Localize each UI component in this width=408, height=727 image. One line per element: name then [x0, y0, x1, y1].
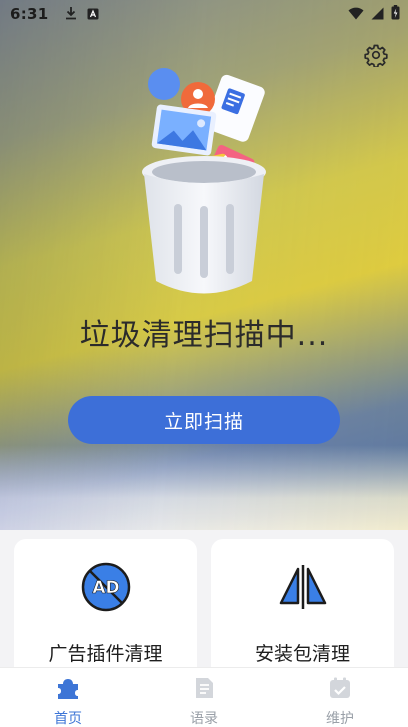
trash-can-with-files-illustration — [138, 66, 270, 301]
scan-now-button[interactable]: 立即扫描 — [68, 396, 340, 444]
tab-quotes[interactable]: 语录 — [136, 668, 272, 727]
home-puzzle-icon — [55, 676, 81, 704]
svg-text:AD: AD — [92, 578, 119, 598]
download-icon — [65, 5, 77, 24]
tab-maintenance[interactable]: 维护 — [272, 668, 408, 727]
wifi-icon — [348, 5, 364, 24]
bottom-tab-bar: 首页 语录 维护 — [0, 667, 408, 727]
battery-icon — [391, 4, 400, 24]
card-label: 安装包清理 — [254, 643, 350, 665]
tab-label: 首页 — [54, 711, 82, 727]
page-title: 垃圾清理扫描中... — [79, 318, 329, 353]
tab-home[interactable]: 首页 — [0, 668, 136, 727]
gear-icon[interactable] — [364, 43, 388, 68]
card-label: 广告插件清理 — [48, 643, 163, 665]
tab-label: 语录 — [190, 711, 218, 727]
status-time: 6:31 — [10, 5, 49, 23]
apk-split-icon — [277, 561, 329, 617]
ad-plugin-clean-card[interactable]: AD 广告插件清理 — [14, 539, 197, 679]
ad-block-icon: AD — [80, 561, 132, 617]
status-bar: 6:31 — [0, 0, 408, 28]
clipboard-check-icon — [328, 676, 352, 704]
app-notification-icon — [87, 5, 99, 24]
apk-clean-card[interactable]: 安装包清理 — [211, 539, 394, 679]
tab-label: 维护 — [326, 711, 354, 727]
document-icon — [192, 676, 216, 704]
signal-icon — [371, 5, 384, 24]
